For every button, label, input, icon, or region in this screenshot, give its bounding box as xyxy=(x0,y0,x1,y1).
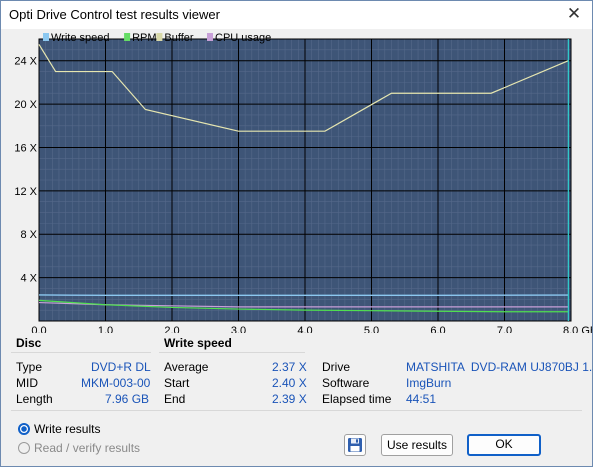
elapsed-label: Elapsed time xyxy=(322,392,392,406)
results-viewer-window: Opti Drive Control test results viewer ✕… xyxy=(0,0,593,467)
floppy-disk-icon xyxy=(348,438,362,452)
y-tick-label: 4 X xyxy=(20,273,37,285)
y-tick-label: 24 X xyxy=(14,56,37,68)
y-tick-label: 16 X xyxy=(14,142,37,154)
bottom-divider xyxy=(11,410,582,411)
start-value: 2.40 X xyxy=(272,376,307,390)
write-results-label: Write results xyxy=(34,422,101,436)
ok-button[interactable]: OK xyxy=(467,434,541,456)
x-tick-label: 2.0 xyxy=(164,325,179,333)
y-tick-label: 12 X xyxy=(14,186,37,198)
x-tick-label: 1.0 xyxy=(98,325,113,333)
x-tick-label: 8.0 GB xyxy=(563,325,592,333)
window-title: Opti Drive Control test results viewer xyxy=(9,7,220,22)
end-label: End xyxy=(164,392,186,406)
disc-length-label: Length xyxy=(16,392,53,406)
speed-chart: 0.0 1.0 2.0 3.0 4.0 5.0 6.0 7.0 8.0 GB 4 X 8 X 12 X… xyxy=(14,32,593,337)
write-speed-header: Write speed xyxy=(164,336,232,350)
legend-label: CPU usage xyxy=(215,32,271,44)
legend-swatch xyxy=(43,33,49,41)
disc-length-value: 7.96 GB xyxy=(105,392,150,406)
disc-type-value: DVD+R DL xyxy=(91,360,151,374)
legend-label: RPM xyxy=(132,32,156,44)
read-verify-option[interactable]: Read / verify results xyxy=(18,441,140,455)
software-value: ImgBurn xyxy=(406,376,452,390)
average-label: Average xyxy=(164,360,209,374)
x-tick-label: 7.0 xyxy=(497,325,512,333)
read-verify-label: Read / verify results xyxy=(34,441,141,455)
save-button[interactable] xyxy=(344,434,366,456)
radio-checked-icon[interactable] xyxy=(18,423,30,435)
radio-unchecked-icon[interactable] xyxy=(18,442,30,454)
title-bar: Opti Drive Control test results viewer ✕ xyxy=(1,1,592,29)
start-label: Start xyxy=(164,376,190,390)
grid-lines xyxy=(38,38,572,322)
legend-swatch xyxy=(207,33,213,41)
elapsed-value: 44:51 xyxy=(406,392,437,406)
end-value: 2.39 X xyxy=(272,392,307,406)
legend-label: Write speed xyxy=(51,32,110,44)
legend-swatch xyxy=(156,33,163,41)
disc-header: Disc xyxy=(16,336,42,350)
software-label: Software xyxy=(322,376,370,390)
chart-area: 0.0 1.0 2.0 3.0 4.0 5.0 6.0 7.0 8.0 GB 4 X 8 X 12 X… xyxy=(1,29,593,337)
legend-swatch xyxy=(124,33,131,41)
disc-mid-label: MID xyxy=(16,376,38,390)
y-tick-label: 8 X xyxy=(20,229,37,241)
x-tick-label: 0.0 xyxy=(31,325,46,333)
disc-divider xyxy=(11,352,151,353)
drive-value: MATSHITA DVD-RAM UJ870BJ 1.50 xyxy=(406,360,593,374)
close-icon[interactable]: ✕ xyxy=(562,3,586,25)
x-tick-label: 4.0 xyxy=(297,325,312,333)
x-tick-label: 3.0 xyxy=(231,325,246,333)
average-value: 2.37 X xyxy=(272,360,307,374)
write-results-option[interactable]: Write results xyxy=(18,422,100,436)
disc-type-label: Type xyxy=(16,360,43,374)
x-tick-label: 5.0 xyxy=(364,325,379,333)
y-tick-label: 20 X xyxy=(14,99,37,111)
legend-label: Buffer xyxy=(164,32,193,44)
drive-label: Drive xyxy=(322,360,351,374)
write-speed-divider xyxy=(159,352,305,353)
x-tick-label: 6.0 xyxy=(430,325,445,333)
disc-mid-value: MKM-003-00 xyxy=(81,376,151,390)
use-results-button[interactable]: Use results xyxy=(381,434,453,456)
